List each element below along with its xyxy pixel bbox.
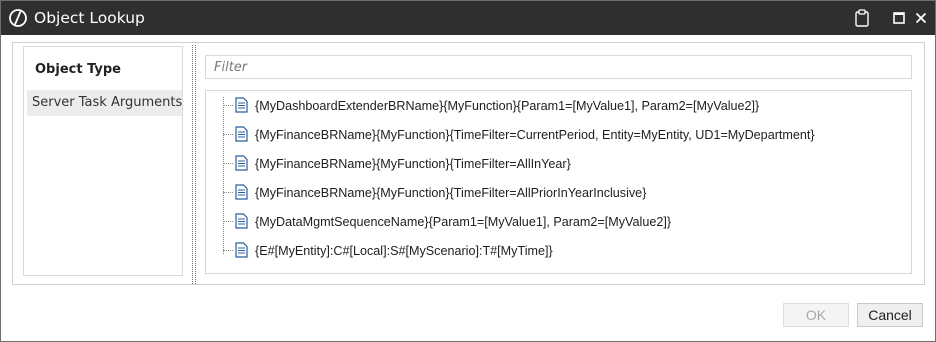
- tree-connector: [223, 134, 233, 135]
- object-type-item-server-task-arguments[interactable]: Server Task Arguments: [27, 90, 182, 116]
- tree-guide-line: [223, 97, 224, 254]
- tree-item-label: {MyFinanceBRName}{MyFunction}{TimeFilter…: [255, 157, 571, 171]
- tree-item-label: {E#[MyEntity]:C#[Local]:S#[MyScenario]:T…: [255, 244, 553, 258]
- cancel-button[interactable]: Cancel: [857, 303, 923, 327]
- object-type-item-label: Server Task Arguments: [32, 95, 183, 110]
- tree-item-label: {MyFinanceBRName}{MyFunction}{TimeFilter…: [255, 128, 815, 142]
- content-frame: Object Type Server Task Arguments {MyDas…: [12, 42, 925, 285]
- maximize-icon[interactable]: [892, 8, 906, 28]
- document-icon: [235, 126, 248, 142]
- document-icon: [235, 97, 248, 113]
- tree-item-label: {MyDataMgmtSequenceName}{Param1=[MyValue…: [255, 215, 672, 229]
- pane-splitter[interactable]: [191, 45, 197, 285]
- tree-connector: [223, 163, 233, 164]
- tree-connector: [223, 105, 233, 106]
- filter-input[interactable]: [205, 55, 912, 79]
- tree-connector: [223, 250, 233, 251]
- clipboard-icon[interactable]: [853, 8, 871, 28]
- tree-item-label: {MyDashboardExtenderBRName}{MyFunction}{…: [255, 99, 760, 113]
- tree-item-label: {MyFinanceBRName}{MyFunction}{TimeFilter…: [255, 186, 647, 200]
- tree-connector: [223, 221, 233, 222]
- document-icon: [235, 155, 248, 171]
- object-lookup-dialog: Object Lookup Object Type Server Task Ar…: [0, 0, 936, 342]
- ok-button[interactable]: OK: [783, 303, 849, 327]
- window-title: Object Lookup: [34, 9, 145, 27]
- document-icon: [235, 184, 248, 200]
- tree-connector: [223, 192, 233, 193]
- document-icon: [235, 213, 248, 229]
- app-logo-icon: [8, 8, 28, 28]
- close-icon[interactable]: [912, 8, 930, 28]
- document-icon: [235, 242, 248, 258]
- argument-tree: {MyDashboardExtenderBRName}{MyFunction}{…: [205, 90, 912, 274]
- title-bar: Object Lookup: [1, 1, 935, 35]
- object-type-pane: Object Type Server Task Arguments: [23, 46, 183, 276]
- object-type-header: Object Type: [35, 62, 121, 77]
